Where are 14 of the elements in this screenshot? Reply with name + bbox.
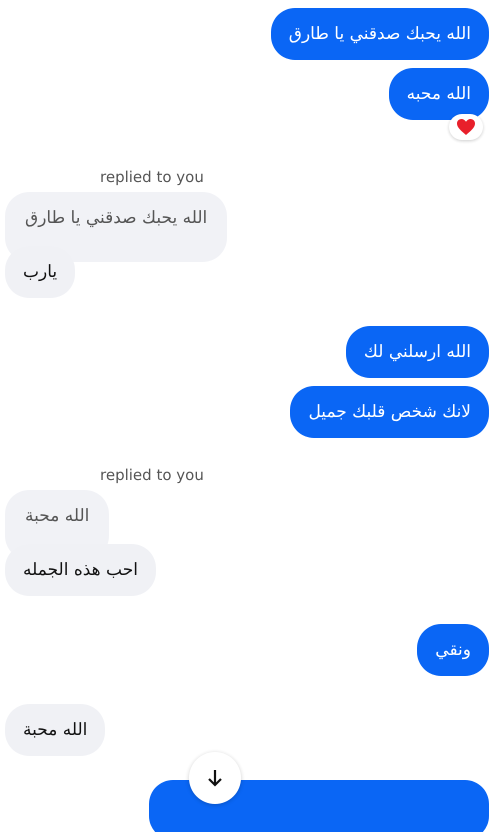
message-bubble: ونقي — [417, 624, 489, 676]
message-bubble: لانك شخص قلبك جميل — [290, 386, 489, 438]
arrow-down-icon — [207, 769, 223, 787]
quoted-message: الله يحبك صدقني يا طارق — [5, 192, 228, 262]
reply-label: replied to you — [100, 168, 204, 186]
reply-label: replied to you — [100, 466, 204, 484]
reaction-pill[interactable] — [449, 114, 483, 140]
scroll-down-button[interactable] — [189, 752, 241, 804]
message-bubble: الله محبه — [388, 68, 489, 120]
message-bubble: الله ارسلني لك — [346, 326, 489, 378]
message-bubble: الله يحبك صدقني يا طارق — [270, 8, 489, 60]
heart-icon — [456, 118, 476, 136]
message-bubble: الله محبة — [5, 704, 106, 756]
message-bubble: احب هذه الجمله — [5, 544, 156, 596]
